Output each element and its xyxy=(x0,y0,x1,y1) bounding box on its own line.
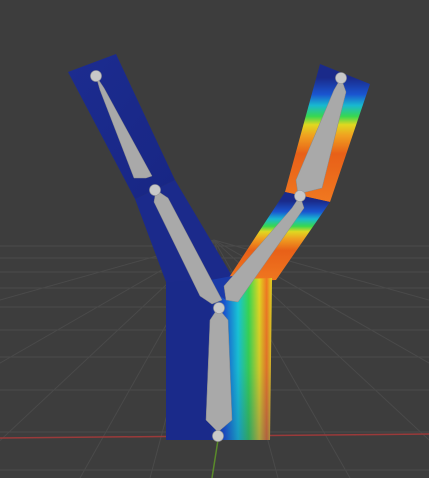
joint-right-tip[interactable] xyxy=(335,72,347,84)
bone-trunk[interactable] xyxy=(205,307,233,433)
joint-left-tip[interactable] xyxy=(90,70,102,82)
joint-root[interactable] xyxy=(213,302,225,314)
viewport-canvas[interactable] xyxy=(0,0,429,478)
joint-trunk-tail[interactable] xyxy=(212,430,224,442)
joint-right-mid[interactable] xyxy=(294,190,306,202)
joint-left-mid[interactable] xyxy=(149,184,161,196)
y-axis-line xyxy=(211,439,219,478)
3d-viewport[interactable] xyxy=(0,0,429,478)
